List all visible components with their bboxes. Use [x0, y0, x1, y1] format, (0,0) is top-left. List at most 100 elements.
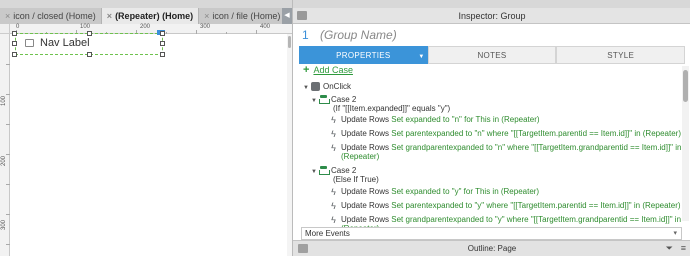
- action-description-wrap: (Repeater): [341, 152, 379, 161]
- action-description: Set grandparentexpanded to "n" where "[[…: [391, 143, 682, 152]
- action-description: Set parentexpanded to "y" where "[[Targe…: [391, 201, 681, 210]
- menu-icon[interactable]: ≡: [681, 241, 686, 256]
- tab-icon-file[interactable]: × icon / file (Home): [199, 8, 287, 24]
- canvas-editor: × icon / closed (Home) × (Repeater) (Home)…: [0, 0, 292, 256]
- case-name: Case 2: [331, 95, 357, 104]
- ruler-label: 300: [200, 24, 211, 30]
- case-name: Case 2: [331, 166, 357, 175]
- resize-handle-bottom-left[interactable]: [12, 52, 17, 57]
- plus-icon: +: [303, 63, 310, 76]
- widget-name-row[interactable]: 1 (Group Name): [293, 24, 690, 46]
- case-condition-text: (Else If True): [333, 175, 379, 184]
- action-description: Set expanded to "y" for This in (Repeate…: [391, 187, 540, 196]
- ruler-label: 200: [1, 155, 7, 166]
- ruler-label: 100: [1, 95, 7, 106]
- inspector-tabs: PROPERTIES ▼ NOTES STYLE: [299, 46, 686, 64]
- ruler-label: 400: [260, 24, 271, 30]
- panel-grip-icon[interactable]: [297, 11, 307, 20]
- tab-repeater-home[interactable]: × (Repeater) (Home): [101, 8, 200, 24]
- tab-close-icon[interactable]: ×: [204, 11, 209, 21]
- expand-triangle-icon[interactable]: ▼: [303, 85, 311, 91]
- inspector-title: Inspector: Group: [458, 11, 526, 21]
- tab-notes-label: NOTES: [477, 51, 507, 60]
- action-row[interactable]: ϟ Update Rows Set expanded to "y" for Thi…: [329, 187, 539, 197]
- lightning-bolt-icon: ϟ: [331, 115, 336, 125]
- dropdown-arrow-icon[interactable]: ▼: [418, 48, 424, 66]
- action-description: Set grandparentexpanded to "y" where "[[…: [391, 215, 682, 224]
- inspector-panel: Inspector: Group 1 (Group Name) PROPERTI…: [292, 0, 690, 256]
- add-case-link[interactable]: + Add Case: [303, 63, 353, 76]
- canvas-scrollbar-thumb[interactable]: [288, 36, 291, 48]
- resize-handle-left[interactable]: [12, 41, 17, 46]
- more-events-dropdown[interactable]: More Events ▾: [301, 227, 682, 240]
- action-name: Update Rows: [341, 187, 390, 196]
- tab-notes[interactable]: NOTES: [427, 46, 557, 64]
- tab-icon-closed[interactable]: × icon / closed (Home): [0, 8, 102, 24]
- tab-properties[interactable]: PROPERTIES ▼: [299, 46, 428, 64]
- outline-titlebar: Outline: Page ⏷ ≡: [293, 240, 690, 256]
- tab-properties-label: PROPERTIES: [336, 51, 391, 60]
- tab-style[interactable]: STYLE: [556, 46, 686, 64]
- tab-label: (Repeater) (Home): [115, 11, 194, 21]
- event-name: OnClick: [323, 82, 352, 91]
- resize-handle-top[interactable]: [87, 31, 92, 36]
- folder-icon: [25, 39, 34, 47]
- action-name: Update Rows: [341, 129, 390, 138]
- lightning-bolt-icon: ϟ: [331, 215, 336, 225]
- design-canvas[interactable]: [10, 34, 290, 256]
- action-row[interactable]: ϟ Update Rows Set parentexpanded to "y" w…: [329, 201, 681, 211]
- action-description: Set parentexpanded to "n" where "[[Targe…: [391, 129, 682, 138]
- panel-grip-icon[interactable]: [298, 244, 308, 253]
- expand-triangle-icon[interactable]: ▼: [311, 98, 319, 104]
- editor-top-strip: [0, 0, 292, 8]
- vertical-ruler: 100 200 300: [0, 34, 10, 256]
- tab-scroll-left-icon[interactable]: ◀: [282, 8, 292, 24]
- resize-handle-bottom[interactable]: [87, 52, 92, 57]
- event-onclick[interactable]: ▼ OnClick: [303, 82, 352, 92]
- event-icon: [311, 82, 320, 92]
- resize-handle-top-right[interactable]: [160, 31, 165, 36]
- action-description: (Repeater): [341, 152, 380, 161]
- tab-close-icon[interactable]: ×: [107, 11, 112, 21]
- outline-title: Outline: Page: [467, 244, 517, 253]
- case-icon: [319, 166, 330, 176]
- case-icon: [319, 95, 330, 105]
- ruler-label: 300: [1, 219, 7, 230]
- ruler-label: 100: [80, 24, 91, 30]
- inspector-top-strip: [293, 0, 690, 8]
- action-row[interactable]: ϟ Update Rows Set expanded to "n" for Thi…: [329, 115, 539, 125]
- resize-handle-top-left[interactable]: [12, 31, 17, 36]
- ruler-label: 200: [140, 24, 151, 30]
- lightning-bolt-icon: ϟ: [331, 143, 336, 153]
- inspector-scrollbar-thumb[interactable]: [683, 70, 688, 102]
- action-name: Update Rows: [341, 115, 390, 124]
- resize-handle-bottom-right[interactable]: [160, 52, 165, 57]
- expand-triangle-icon[interactable]: ▼: [311, 169, 319, 175]
- action-row[interactable]: ϟ Update Rows Set parentexpanded to "n" w…: [329, 129, 681, 139]
- case-row[interactable]: ▼ Case 2: [311, 166, 357, 176]
- ruler-corner: [0, 24, 10, 34]
- widget-name-field[interactable]: (Group Name): [320, 28, 397, 42]
- action-row[interactable]: ϟ Update Rows Set grandparentexpanded to …: [329, 143, 681, 153]
- action-row[interactable]: ϟ Update Rows Set grandparentexpanded to …: [329, 215, 681, 225]
- add-case-label[interactable]: Add Case: [313, 65, 353, 75]
- resize-handle-right[interactable]: [160, 41, 165, 46]
- action-name: Update Rows: [341, 215, 390, 224]
- tab-label: icon / closed (Home): [13, 11, 96, 21]
- action-name: Update Rows: [341, 143, 390, 152]
- tab-style-label: STYLE: [607, 51, 635, 60]
- tab-close-icon[interactable]: ×: [5, 11, 10, 21]
- inspector-titlebar: Inspector: Group: [293, 8, 690, 24]
- more-events-label: More Events: [305, 229, 350, 238]
- widget-number: 1: [302, 28, 309, 42]
- chevron-down-icon: ▾: [673, 230, 677, 237]
- lightning-bolt-icon: ϟ: [331, 129, 336, 139]
- tab-label: icon / file (Home): [212, 11, 281, 21]
- case-condition: (If "[[Item.expanded]]" equals "y"): [333, 104, 450, 113]
- case-row[interactable]: ▼ Case 2: [311, 95, 357, 105]
- case-condition-text: (If "[[Item.expanded]]" equals "y"): [333, 104, 451, 113]
- action-name: Update Rows: [341, 201, 390, 210]
- filter-icon[interactable]: ⏷: [666, 241, 673, 256]
- nav-label-text: Nav Label: [40, 37, 90, 49]
- case-condition: (Else If True): [333, 175, 379, 184]
